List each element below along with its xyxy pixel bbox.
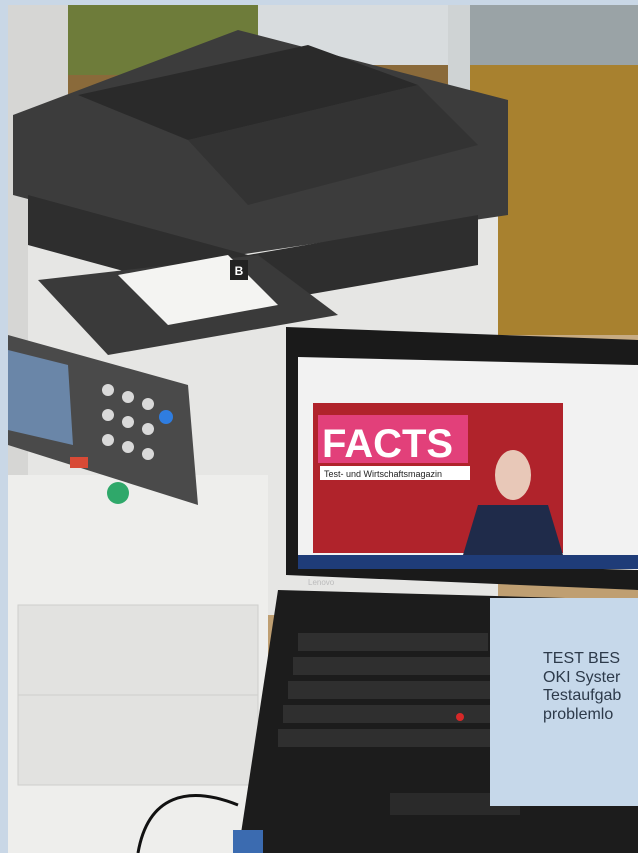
laptop-brand: Lenovo — [308, 578, 335, 587]
windows-taskbar — [298, 555, 638, 569]
facts-logo-text: FACTS — [322, 422, 453, 466]
caption-line-2: OKI Syster — [543, 668, 621, 686]
intel-sticker — [233, 830, 263, 853]
page-left-border — [0, 0, 8, 853]
start-button — [107, 482, 129, 504]
trackpoint — [456, 713, 464, 721]
keyboard-keys — [278, 633, 493, 747]
outside-pavement — [468, 5, 638, 65]
control-panel-display — [8, 350, 73, 445]
cover-model-dress — [463, 505, 563, 555]
caption-line-3: Testaufgab — [543, 687, 622, 704]
caption-text: TEST BES OKI Syster Testaufgab problemlo — [543, 650, 638, 724]
paper-drawer-2 — [17, 694, 259, 786]
paper-drawer-1 — [17, 604, 259, 696]
power-button-light — [159, 410, 173, 424]
facts-subtitle-text: Test- und Wirtschaftsmagazin — [324, 469, 442, 479]
stop-button — [70, 457, 88, 468]
tray-label-text: B — [235, 264, 244, 278]
caption-box: TEST BES OKI Syster Testaufgab problemlo — [490, 598, 638, 806]
caption-line-1: TEST BES — [543, 650, 621, 667]
cover-model-face — [495, 450, 531, 500]
caption-line-4: problemlo — [543, 705, 614, 723]
